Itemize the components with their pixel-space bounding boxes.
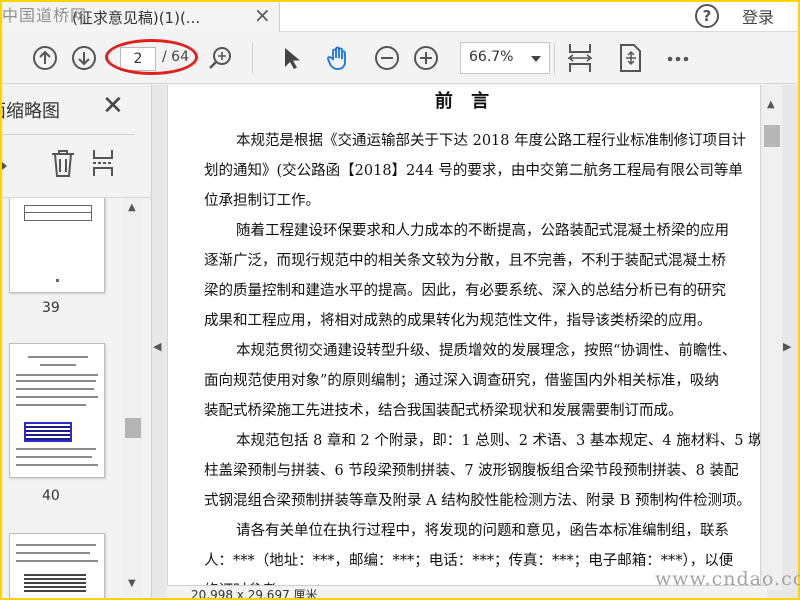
text-line: 装配式桥梁施工先进技术，结合我国装配式桥梁现状和发展需要制订而成。: [204, 403, 683, 419]
zoom-out-icon[interactable]: [374, 45, 400, 71]
thumbnail-table: [24, 205, 92, 221]
text-line: 成果和工程应用，将相对成熟的成果转化为规范性文件，指导该类桥梁的应用。: [204, 313, 712, 329]
toolbar-divider: [554, 42, 555, 74]
text-line: 请各有关单位在执行过程中，将发现的问题和意见，函告本标准编制组，联系: [236, 523, 729, 539]
annotation-oval: [105, 39, 198, 75]
scrollbar-thumb[interactable]: [764, 125, 780, 147]
sidebar-divider: [2, 134, 134, 135]
thumbnail-text-line: [28, 356, 88, 358]
watermark-url: www.cndao.com: [655, 568, 800, 590]
text-line: 划的通知》(交公路函【2018】244 号的要求，由中交第二航务工程局有限公司等…: [204, 163, 743, 179]
options-menu-icon[interactable]: [2, 157, 12, 176]
app-window: (征求意见稿)(1)(... × 中国道桥网 ? 登录 2 / 64 66.7%…: [2, 2, 798, 598]
scrollbar-thumb[interactable]: [125, 418, 141, 438]
thumbnail-text-line: [16, 388, 94, 390]
document-view: ◀ 前 言 本规范是根据《交通运输部关于下达 2018 年度公路工程行业标准制修…: [152, 85, 798, 598]
text-line: 面向规范使用对象”的原则编制；通过深入调查研究，借鉴国内外相关标准，吸纳: [204, 373, 719, 389]
text-line: 柱盖梁预制与拼装、6 节段梁预制拼装、7 波形钢腹板组合梁节段预制拼装、8 装配: [204, 463, 739, 479]
scroll-down-icon[interactable]: ▼: [128, 578, 136, 589]
page-thumbnail[interactable]: [9, 198, 105, 293]
thumbnail-sidebar: 页面缩略图 ✕ 39: [2, 85, 152, 598]
zoom-in-icon[interactable]: [413, 45, 439, 71]
text-line: 随着工程建设环保要求和人力成本的不断提高，公路装配式混凝土桥梁的应用: [236, 223, 729, 239]
thumbnail-figure: [24, 422, 72, 442]
watermark-logo: 中国道桥网: [2, 6, 88, 25]
page-thumbnail[interactable]: [9, 533, 105, 598]
text-line: 式钢混组合梁预制拼装等章及附录 A 结构胶性能检测方法、附录 B 预制构件检测项…: [204, 493, 752, 509]
sidebar-title: 页面缩略图: [2, 101, 60, 122]
toolbar-divider: [252, 42, 253, 74]
thumbnail-text-line: [16, 552, 90, 554]
thumbnail-list: 39 40: [2, 198, 120, 598]
fit-page-icon[interactable]: [565, 42, 595, 74]
thumbnail-text-line: [16, 560, 98, 562]
sidebar-scrollbar[interactable]: ▲ ▼: [123, 198, 143, 598]
pdf-page: 前 言 本规范是根据《交通运输部关于下达 2018 年度公路工程行业标准制修订项…: [167, 85, 761, 598]
thumbnail-page-number: 39: [42, 300, 60, 316]
thumbnail-table-row: [24, 212, 92, 213]
hand-tool-icon[interactable]: [325, 45, 351, 71]
zoom-search-icon[interactable]: [207, 45, 233, 71]
extract-pages-icon[interactable]: [90, 148, 116, 182]
tab-title: (征求意见稿)(1)(...: [72, 9, 201, 27]
close-icon[interactable]: ×: [254, 3, 271, 27]
more-options-icon[interactable]: [665, 46, 691, 72]
collapse-left-icon[interactable]: ◀: [153, 340, 161, 353]
thumbnail-text-line: [40, 364, 76, 366]
thumbnail-text-line: [16, 404, 86, 406]
help-icon[interactable]: ?: [695, 4, 719, 28]
text-line: 人：***（地址：***，邮编：***；电话：***；传真：***；电子邮箱：*…: [204, 553, 734, 569]
thumbnail-dot: [56, 279, 59, 282]
thumbnail-text-line: [16, 544, 96, 546]
text-line: 本规范贯彻交通建设转型升级、提质增效的发展理念，按照“协调性、前瞻性、: [236, 343, 737, 359]
close-icon[interactable]: ✕: [102, 91, 124, 121]
page-heading: 前 言: [434, 91, 496, 112]
toolbar: 2 / 64 66.7%: [2, 32, 798, 84]
page-thumbnail[interactable]: [9, 343, 105, 478]
thumbnail-text-line: [16, 448, 96, 450]
collapse-right-icon[interactable]: ▶: [783, 340, 791, 353]
document-scrollbar[interactable]: ▲: [762, 85, 782, 590]
rotate-page-icon[interactable]: [616, 43, 644, 73]
text-line: 本规范包括 8 章和 2 个附录，即：1 总则、2 术语、3 基本规定、4 施材…: [236, 433, 761, 449]
title-bar: (征求意见稿)(1)(... × 中国道桥网 ? 登录: [2, 2, 798, 32]
page-size-text: 20.998 x 29.697 厘米: [191, 588, 318, 598]
zoom-level-select[interactable]: 66.7%: [460, 42, 550, 74]
thumbnail-page-number: 40: [42, 488, 60, 504]
thumbnail-text-line: [16, 380, 96, 382]
text-line: 位承担制订工作。: [204, 193, 320, 209]
text-line: 梁的质量控制和建造水平的提高。因此，有必要系统、深入的总结分析已有的研究: [204, 283, 726, 299]
thumbnail-text-line: [16, 464, 98, 466]
scroll-up-icon[interactable]: ▲: [128, 202, 136, 213]
text-line: 本规范是根据《交通运输部关于下达 2018 年度公路工程行业标准制修订项目计: [236, 133, 747, 149]
thumbnail-text-line: [16, 374, 98, 376]
select-cursor-icon[interactable]: [278, 45, 304, 71]
thumbnail-text-line: [16, 396, 98, 398]
scroll-up-icon[interactable]: ▲: [767, 99, 775, 110]
zoom-level-value: 66.7%: [469, 49, 514, 65]
login-link[interactable]: 登录: [742, 4, 774, 28]
previous-page-icon[interactable]: [32, 45, 58, 71]
thumbnail-figure: [24, 574, 86, 592]
delete-icon[interactable]: [50, 148, 76, 182]
next-page-icon[interactable]: [71, 45, 97, 71]
thumbnail-text-line: [16, 456, 92, 458]
text-line: 逐渐广泛，而现行规范中的相关条文较为分散，且不完善，不利于装配式混凝土桥: [204, 253, 726, 269]
chevron-down-icon: [531, 56, 541, 62]
